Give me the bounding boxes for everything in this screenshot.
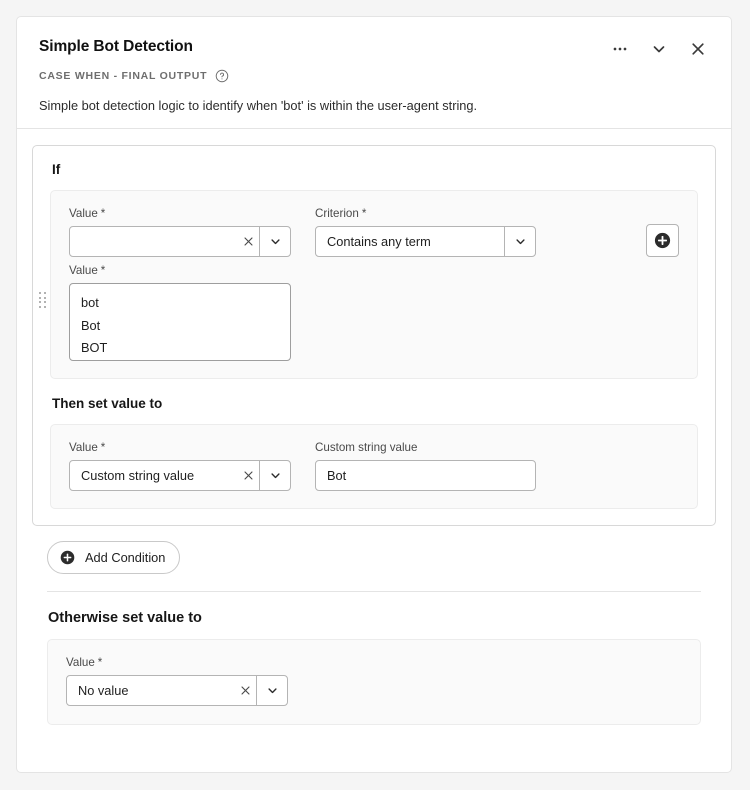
- value-combobox-value: [70, 227, 237, 256]
- card-subtitle: CASE WHEN - FINAL OUTPUT: [39, 70, 208, 82]
- then-value-combobox-value: Custom string value: [81, 468, 195, 483]
- section-divider: [47, 591, 701, 592]
- title-row: Simple Bot Detection: [39, 37, 709, 60]
- card-description: Simple bot detection logic to identify w…: [39, 98, 478, 113]
- chevron-down-icon[interactable]: [260, 461, 290, 490]
- page-title: Simple Bot Detection: [39, 38, 193, 55]
- criterion-combobox-value: Contains any term: [327, 234, 431, 249]
- custom-string-field-group: Custom string value Bot: [315, 441, 536, 491]
- value-field-group: Value *: [69, 207, 291, 257]
- if-heading: If: [52, 162, 61, 177]
- drag-handle-icon[interactable]: [39, 292, 47, 308]
- otherwise-fields-panel: Value * No value: [47, 639, 701, 725]
- add-row-group: [646, 207, 679, 257]
- if-row-one: Value * Criterion * Contains any term: [69, 207, 679, 257]
- then-row: Value * Custom string value Custom strin…: [69, 441, 679, 491]
- otherwise-value-label-text: Value: [66, 656, 95, 669]
- criterion-combobox[interactable]: Contains any term: [315, 226, 536, 257]
- then-heading: Then set value to: [52, 396, 163, 411]
- case-when-card: Simple Bot Detection CASE WHEN - FINAL O…: [16, 16, 732, 773]
- then-value-combobox[interactable]: Custom string value: [69, 460, 291, 491]
- required-asterisk: *: [100, 264, 106, 277]
- clear-icon[interactable]: [237, 227, 259, 256]
- chevron-down-icon[interactable]: [648, 38, 670, 60]
- otherwise-panel-wrap: Value * No value: [47, 639, 701, 725]
- value-label: Value *: [69, 207, 291, 220]
- then-value-field-group: Value * Custom string value: [69, 441, 291, 491]
- custom-string-label: Custom string value: [315, 441, 418, 454]
- criterion-label-text: Criterion: [315, 207, 359, 220]
- terms-label-text: Value: [69, 264, 98, 277]
- terms-field-group: Value * bot Bot BOT: [69, 264, 679, 361]
- otherwise-value-group: Value * No value: [66, 656, 682, 706]
- subtitle-row: CASE WHEN - FINAL OUTPUT: [39, 69, 709, 83]
- if-fields-panel: Value * Criterion * Contains any term Va…: [50, 190, 698, 379]
- help-circle-icon[interactable]: [215, 69, 229, 83]
- header-actions: [609, 38, 709, 60]
- value-combobox[interactable]: [69, 226, 291, 257]
- custom-string-input[interactable]: Bot: [315, 460, 536, 491]
- otherwise-value-combobox[interactable]: No value: [66, 675, 288, 706]
- terms-label: Value *: [69, 264, 679, 277]
- clear-icon[interactable]: [237, 461, 259, 490]
- close-icon[interactable]: [687, 38, 709, 60]
- terms-textarea[interactable]: bot Bot BOT: [69, 283, 291, 361]
- required-asterisk: *: [100, 441, 106, 454]
- criterion-field-group: Criterion * Contains any term: [315, 207, 536, 257]
- then-value-label: Value *: [69, 441, 291, 454]
- otherwise-heading: Otherwise set value to: [48, 610, 202, 626]
- add-condition-label: Add Condition: [85, 550, 166, 565]
- plus-circle-icon: [59, 549, 76, 566]
- then-fields-panel: Value * Custom string value Custom strin…: [50, 424, 698, 509]
- criterion-label: Criterion *: [315, 207, 536, 220]
- required-asterisk: *: [97, 656, 103, 669]
- add-condition-button[interactable]: Add Condition: [47, 541, 181, 574]
- value-label-text: Value: [69, 207, 98, 220]
- otherwise-value-label: Value *: [66, 656, 682, 669]
- chevron-down-icon[interactable]: [505, 227, 535, 256]
- then-value-label-text: Value: [69, 441, 98, 454]
- more-options-icon[interactable]: [609, 38, 631, 60]
- card-header: Simple Bot Detection CASE WHEN - FINAL O…: [17, 17, 731, 128]
- chevron-down-icon[interactable]: [257, 676, 287, 705]
- clear-icon[interactable]: [234, 676, 256, 705]
- required-asterisk: *: [100, 207, 106, 220]
- otherwise-value-combobox-value: No value: [78, 683, 129, 698]
- card-body: If Value * Criterion * Contains any term…: [17, 129, 731, 725]
- condition-block: If Value * Criterion * Contains any term…: [32, 145, 716, 526]
- chevron-down-icon[interactable]: [260, 227, 290, 256]
- required-asterisk: *: [361, 207, 367, 220]
- add-row-button[interactable]: [646, 224, 679, 257]
